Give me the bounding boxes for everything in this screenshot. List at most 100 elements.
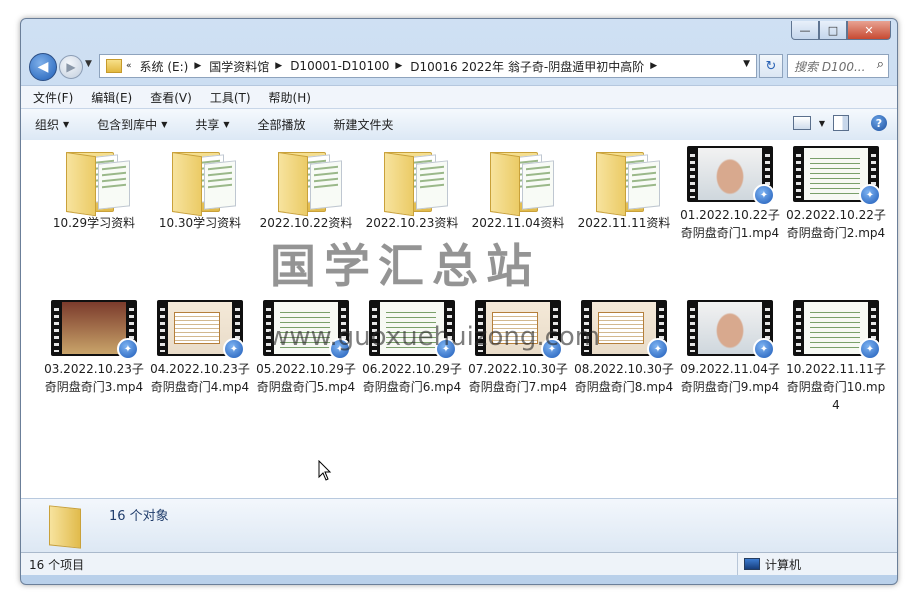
search-input[interactable]: 搜索 D100... xyxy=(794,58,866,75)
preview-pane-icon[interactable] xyxy=(833,115,849,131)
media-player-icon: ✦ xyxy=(223,338,245,360)
folder-item[interactable]: 2022.11.04资料 xyxy=(465,146,571,232)
forward-button[interactable]: ▶ xyxy=(59,55,83,79)
include-in-library-button[interactable]: 包含到库中 ▼ xyxy=(97,116,167,133)
status-location-label: 计算机 xyxy=(765,557,802,572)
video-thumbnail: ✦ xyxy=(581,300,669,360)
recent-pages-dropdown[interactable]: ▼ xyxy=(85,59,92,69)
video-file-item[interactable]: ✦ 07.2022.10.30子奇阴盘奇门7.mp4 xyxy=(465,300,571,396)
address-dropdown-icon[interactable]: ▼ xyxy=(743,59,750,69)
play-all-button[interactable]: 全部播放 xyxy=(258,116,306,133)
include-library-label: 包含到库中 xyxy=(97,118,158,132)
folder-icon xyxy=(380,146,448,217)
folder-icon xyxy=(49,505,81,549)
organize-button[interactable]: 组织 ▼ xyxy=(35,116,69,133)
explorer-window: — □ ✕ ◀ ▶ ▼ « 系统 (E:) ▶ 国学资料馆 ▶ D10001-D… xyxy=(20,18,898,585)
file-name-label: 03.2022.10.23子奇阴盘奇门3.mp4 xyxy=(44,362,144,394)
video-thumbnail: ✦ xyxy=(263,300,351,360)
refresh-button[interactable]: ↻ xyxy=(759,54,783,78)
menu-edit[interactable]: 编辑(E) xyxy=(91,89,132,106)
breadcrumb-separator[interactable]: ▶ xyxy=(194,61,201,71)
video-thumbnail: ✦ xyxy=(793,300,881,360)
file-name-label: 01.2022.10.22子奇阴盘奇门1.mp4 xyxy=(680,208,780,240)
video-file-item[interactable]: ✦ 02.2022.10.22子奇阴盘奇门2.mp4 xyxy=(783,146,889,242)
video-thumbnail: ✦ xyxy=(793,146,881,206)
folder-item[interactable]: 2022.10.23资料 xyxy=(359,146,465,232)
breadcrumb-range[interactable]: D10001-D10100 xyxy=(290,59,389,73)
video-file-item[interactable]: ✦ 01.2022.10.22子奇阴盘奇门1.mp4 xyxy=(677,146,783,242)
folder-icon xyxy=(486,146,554,217)
chevron-down-icon: ▼ xyxy=(223,120,230,129)
file-name-label: 2022.10.22资料 xyxy=(259,216,353,230)
file-name-label: 02.2022.10.22子奇阴盘奇门2.mp4 xyxy=(786,208,886,240)
share-button[interactable]: 共享 ▼ xyxy=(195,116,229,133)
menu-file[interactable]: 文件(F) xyxy=(33,89,73,106)
command-bar: 组织 ▼ 包含到库中 ▼ 共享 ▼ 全部播放 新建文件夹 ▼ ? xyxy=(21,108,897,141)
folder-icon xyxy=(168,146,236,217)
video-file-item[interactable]: ✦ 04.2022.10.23子奇阴盘奇门4.mp4 xyxy=(147,300,253,396)
file-name-label: 06.2022.10.29子奇阴盘奇门6.mp4 xyxy=(362,362,462,394)
computer-icon xyxy=(744,558,760,570)
video-file-item[interactable]: ✦ 08.2022.10.30子奇阴盘奇门8.mp4 xyxy=(571,300,677,396)
folder-item[interactable]: 2022.11.11资料 xyxy=(571,146,677,232)
video-file-item[interactable]: ✦ 10.2022.11.11子奇阴盘奇门10.mp4 xyxy=(783,300,889,414)
video-file-item[interactable]: ✦ 03.2022.10.23子奇阴盘奇门3.mp4 xyxy=(41,300,147,396)
back-button[interactable]: ◀ xyxy=(29,53,57,81)
media-player-icon: ✦ xyxy=(753,338,775,360)
new-folder-button[interactable]: 新建文件夹 xyxy=(334,116,394,133)
caption-buttons: — □ ✕ xyxy=(791,21,891,40)
menu-view[interactable]: 查看(V) xyxy=(150,89,192,106)
menu-help[interactable]: 帮助(H) xyxy=(269,89,311,106)
media-player-icon: ✦ xyxy=(117,338,139,360)
mouse-cursor-icon xyxy=(318,459,332,485)
media-player-icon: ✦ xyxy=(329,338,351,360)
media-player-icon: ✦ xyxy=(647,338,669,360)
file-name-label: 10.29学习资料 xyxy=(52,216,136,230)
file-name-label: 2022.11.04资料 xyxy=(471,216,565,230)
status-bar: 16 个项目 计算机 xyxy=(21,552,897,575)
media-player-icon: ✦ xyxy=(753,184,775,206)
view-options-chevron-icon[interactable]: ▼ xyxy=(819,119,825,128)
chevron-down-icon: ▼ xyxy=(161,120,168,129)
change-view-icon[interactable] xyxy=(792,116,811,130)
folder-icon xyxy=(592,146,660,217)
file-name-label: 2022.11.11资料 xyxy=(577,216,671,230)
folder-item[interactable]: 10.30学习资料 xyxy=(147,146,253,232)
organize-label: 组织 xyxy=(35,118,60,132)
search-icon[interactable]: ⌕ xyxy=(877,57,884,72)
address-bar[interactable]: « 系统 (E:) ▶ 国学资料馆 ▶ D10001-D10100 ▶ D100… xyxy=(99,54,757,78)
menu-bar: 文件(F) 编辑(E) 查看(V) 工具(T) 帮助(H) xyxy=(21,85,897,108)
menu-tools[interactable]: 工具(T) xyxy=(210,89,251,106)
close-button[interactable]: ✕ xyxy=(847,21,891,40)
folder-item[interactable]: 2022.10.22资料 xyxy=(253,146,359,232)
folder-icon xyxy=(62,146,130,217)
folder-item[interactable]: 10.29学习资料 xyxy=(41,146,147,232)
navigation-bar: ◀ ▶ ▼ « 系统 (E:) ▶ 国学资料馆 ▶ D10001-D10100 … xyxy=(21,49,897,83)
details-pane: 16 个对象 xyxy=(21,498,897,552)
file-name-label: 04.2022.10.23子奇阴盘奇门4.mp4 xyxy=(150,362,250,394)
breadcrumb-current-folder[interactable]: D10016 2022年 翁子奇-阴盘遁甲初中高阶 xyxy=(410,58,644,75)
breadcrumb-separator[interactable]: ▶ xyxy=(275,61,282,71)
help-icon[interactable]: ? xyxy=(871,115,887,131)
video-file-item[interactable]: ✦ 05.2022.10.29子奇阴盘奇门5.mp4 xyxy=(253,300,359,396)
maximize-button[interactable]: □ xyxy=(819,21,847,40)
breadcrumb-separator[interactable]: ▶ xyxy=(395,61,402,71)
search-box[interactable]: 搜索 D100... ⌕ xyxy=(787,54,889,78)
item-count-summary: 16 个对象 xyxy=(109,509,169,524)
folder-icon xyxy=(106,59,122,73)
video-thumbnail: ✦ xyxy=(475,300,563,360)
view-controls: ▼ ? xyxy=(792,115,887,131)
breadcrumb-drive[interactable]: 系统 (E:) xyxy=(140,58,189,75)
media-player-icon: ✦ xyxy=(859,338,881,360)
video-file-item[interactable]: ✦ 09.2022.11.04子奇阴盘奇门9.mp4 xyxy=(677,300,783,396)
file-list-pane[interactable]: 10.29学习资料 10.30学习资料 2022.10.22资料 2022.10.23… xyxy=(21,140,897,498)
video-thumbnail: ✦ xyxy=(687,300,775,360)
breadcrumb-library[interactable]: 国学资料馆 xyxy=(209,58,269,75)
breadcrumb-separator[interactable]: ▶ xyxy=(650,61,657,71)
video-file-item[interactable]: ✦ 06.2022.10.29子奇阴盘奇门6.mp4 xyxy=(359,300,465,396)
breadcrumb-overflow[interactable]: « xyxy=(126,61,132,71)
status-item-count: 16 个项目 xyxy=(29,557,85,572)
chevron-down-icon: ▼ xyxy=(63,120,70,129)
file-name-label: 10.30学习资料 xyxy=(158,216,242,230)
minimize-button[interactable]: — xyxy=(791,21,819,40)
